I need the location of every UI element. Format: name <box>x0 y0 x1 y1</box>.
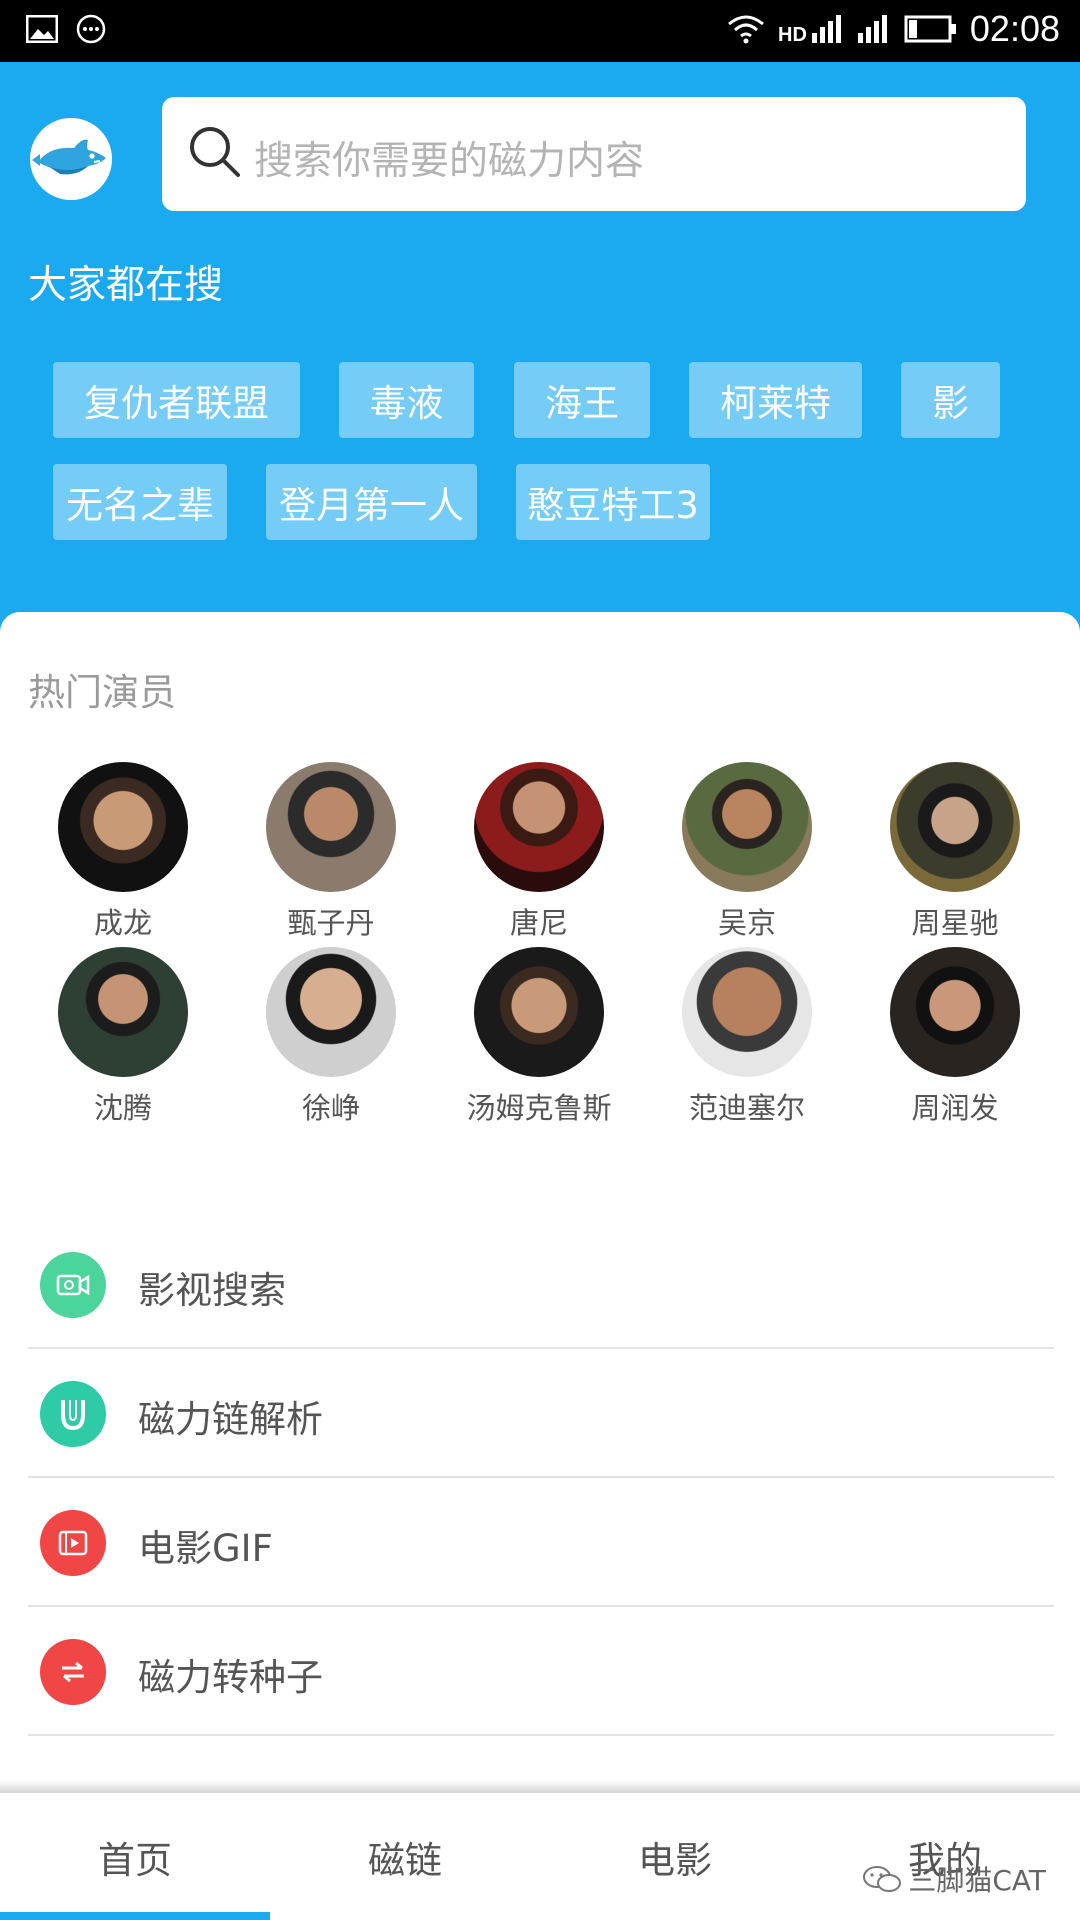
actor-name: 汤姆克鲁斯 <box>466 1091 612 1125</box>
active-tab-indicator <box>0 1912 270 1920</box>
menu-label: 磁力转种子 <box>138 1656 323 1699</box>
menu-label: 磁力链解析 <box>138 1398 323 1441</box>
video-camera-icon <box>40 1252 106 1318</box>
search-icon <box>190 127 240 177</box>
avatar <box>58 947 188 1077</box>
wechat-icon <box>863 1866 902 1892</box>
actor-item[interactable]: 周星驰 <box>855 762 1055 942</box>
hot-tag[interactable]: 登月第一人 <box>266 464 477 540</box>
menu-item-magnet-parse[interactable]: 磁力链解析 <box>28 1349 1054 1478</box>
hot-tag[interactable]: 柯莱特 <box>689 362 862 438</box>
header: 搜索你需要的磁力内容 大家都在搜 复仇者联盟 毒液 海王 柯莱特 影 无名之辈 … <box>0 62 1080 662</box>
avatar <box>266 762 396 892</box>
film-icon <box>40 1510 106 1576</box>
actor-name: 周星驰 <box>911 906 999 940</box>
actor-name: 吴京 <box>717 906 776 940</box>
hot-tag[interactable]: 海王 <box>514 362 650 438</box>
nav-shadow <box>0 1780 1080 1792</box>
signal-icon <box>857 15 887 43</box>
avatar <box>474 947 604 1077</box>
popular-actors-title: 热门演员 <box>28 671 176 714</box>
hot-searches-title: 大家都在搜 <box>28 263 224 308</box>
svg-text:HD: HD <box>778 24 807 45</box>
actor-name: 徐峥 <box>301 1091 360 1125</box>
avatar <box>890 947 1020 1077</box>
menu-item-magnet-to-torrent[interactable]: 磁力转种子 <box>28 1607 1054 1736</box>
avatar <box>682 947 812 1077</box>
menu-label: 影视搜索 <box>138 1269 286 1312</box>
tab-mine[interactable]: 我的 <box>810 1793 1080 1920</box>
avatar <box>890 762 1020 892</box>
actor-item[interactable]: 甄子丹 <box>231 762 431 942</box>
tab-home[interactable]: 首页 <box>0 1793 270 1920</box>
actor-item[interactable]: 徐峥 <box>231 947 431 1127</box>
watermark: 三脚猫CAT <box>862 1859 1046 1899</box>
app-logo[interactable] <box>30 118 112 200</box>
actor-item[interactable]: 范迪塞尔 <box>647 947 847 1127</box>
status-bar: HD 02:08 <box>0 0 1080 62</box>
content-card: 热门演员 成龙 甄子丹 唐尼 吴京 周星驰 沈腾 徐峥 汤姆克鲁斯 范迪塞尔 周… <box>0 612 1080 1792</box>
actor-item[interactable]: 周润发 <box>855 947 1055 1127</box>
hd-signal-icon: HD <box>778 15 841 45</box>
magnet-icon <box>40 1381 106 1447</box>
hot-tag[interactable]: 影 <box>901 362 1000 438</box>
actor-item[interactable]: 沈腾 <box>23 947 223 1127</box>
hot-tag[interactable]: 复仇者联盟 <box>53 362 300 438</box>
tab-magnet[interactable]: 磁链 <box>270 1793 540 1920</box>
actor-name: 范迪塞尔 <box>688 1091 805 1125</box>
actor-name: 沈腾 <box>93 1091 152 1125</box>
actor-item[interactable]: 成龙 <box>23 762 223 942</box>
battery-icon <box>904 15 956 43</box>
avatar <box>266 947 396 1077</box>
search-placeholder: 搜索你需要的磁力内容 <box>254 139 645 184</box>
hot-tag[interactable]: 无名之辈 <box>53 464 227 540</box>
bottom-nav: 首页 磁链 电影 我的 三脚猫CAT <box>0 1792 1080 1920</box>
more-dots-icon <box>76 14 106 44</box>
shark-logo-icon <box>30 118 112 200</box>
watermark-text: 三脚猫CAT <box>908 1864 1046 1897</box>
actor-name: 成龙 <box>93 906 152 940</box>
actor-name: 甄子丹 <box>287 906 375 940</box>
hot-tag[interactable]: 憨豆特工3 <box>516 464 710 540</box>
swap-arrows-icon <box>40 1639 106 1705</box>
avatar <box>682 762 812 892</box>
wifi-icon <box>727 15 764 44</box>
menu-item-movie-gif[interactable]: 电影GIF <box>28 1478 1054 1607</box>
status-time: 02:08 <box>969 8 1060 49</box>
tab-movie[interactable]: 电影 <box>540 1793 810 1920</box>
search-input[interactable]: 搜索你需要的磁力内容 <box>162 97 1026 211</box>
actor-item[interactable]: 汤姆克鲁斯 <box>439 947 639 1127</box>
actor-item[interactable]: 唐尼 <box>439 762 639 942</box>
hot-tag[interactable]: 毒液 <box>339 362 474 438</box>
avatar <box>474 762 604 892</box>
actor-name: 唐尼 <box>509 906 568 940</box>
actor-item[interactable]: 吴京 <box>647 762 847 942</box>
menu-item-video-search[interactable]: 影视搜索 <box>28 1220 1054 1349</box>
image-icon <box>26 15 58 43</box>
avatar <box>58 762 188 892</box>
actor-name: 周润发 <box>911 1091 999 1125</box>
menu-label: 电影GIF <box>138 1527 273 1570</box>
